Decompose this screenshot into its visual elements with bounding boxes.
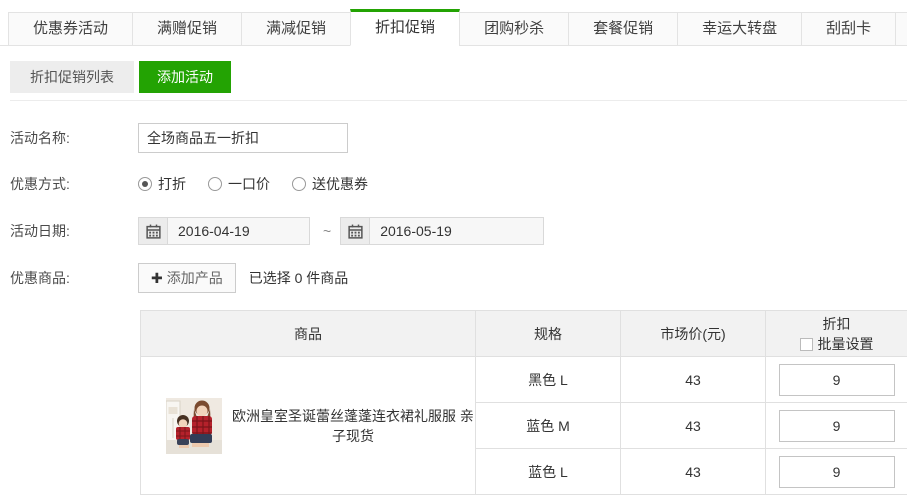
batch-set-checkbox[interactable] — [800, 338, 813, 351]
radio-option-label: 一口价 — [228, 174, 270, 194]
radio-selected-icon[interactable] — [138, 177, 152, 191]
activity-name-row: 活动名称: — [10, 123, 907, 153]
spec-cell: 黑色 L — [476, 357, 621, 403]
tab-pintuan-seckill[interactable]: 拼团秒杀 — [895, 12, 907, 46]
radio-option-give-coupon[interactable]: 送优惠券 — [292, 174, 368, 194]
product-cell: 欧洲皇室圣诞蕾丝蓬蓬连衣裙礼服服 亲子现货 — [141, 357, 476, 495]
spec-cell: 蓝色 M — [476, 403, 621, 449]
calendar-icon[interactable] — [139, 218, 168, 244]
discount-method-label: 优惠方式: — [10, 174, 138, 194]
add-activity-button[interactable]: 添加活动 — [139, 61, 231, 93]
add-product-button[interactable]: ✚ 添加产品 — [138, 263, 236, 293]
calendar-icon[interactable] — [341, 218, 370, 244]
tab-discount-promo[interactable]: 折扣促销 — [350, 9, 460, 46]
activity-date-row: 活动日期: 2016-04-19 ~ 2016-0 — [10, 217, 907, 245]
radio-option-fixed-price[interactable]: 一口价 — [208, 174, 270, 194]
price-cell: 43 — [621, 357, 766, 403]
header-spec: 规格 — [476, 311, 621, 357]
header-price: 市场价(元) — [621, 311, 766, 357]
end-date-picker[interactable]: 2016-05-19 — [340, 217, 544, 245]
start-date-value[interactable]: 2016-04-19 — [168, 218, 250, 244]
discount-cell — [766, 449, 907, 495]
discount-input[interactable] — [779, 364, 895, 396]
radio-unselected-icon[interactable] — [208, 177, 222, 191]
price-cell: 43 — [621, 403, 766, 449]
discount-cell — [766, 357, 907, 403]
radio-option-dazhe[interactable]: 打折 — [138, 174, 186, 194]
start-date-picker[interactable]: 2016-04-19 — [138, 217, 310, 245]
price-cell: 43 — [621, 449, 766, 495]
tab-scratch-card[interactable]: 刮刮卡 — [801, 12, 896, 46]
product-image — [166, 398, 222, 454]
tab-full-gift-promo[interactable]: 满赠促销 — [132, 12, 242, 46]
header-product: 商品 — [141, 311, 476, 357]
header-discount: 折扣 批量设置 — [766, 311, 907, 357]
radio-option-label: 送优惠券 — [312, 174, 368, 194]
table-row: 欧洲皇室圣诞蕾丝蓬蓬连衣裙礼服服 亲子现货 黑色 L 43 — [141, 357, 907, 403]
product-title: 欧洲皇室圣诞蕾丝蓬蓬连衣裙礼服服 亲子现货 — [232, 406, 474, 446]
discount-input[interactable] — [779, 410, 895, 442]
date-range-separator: ~ — [323, 223, 331, 239]
discount-method-row: 优惠方式: 打折 一口价 送优惠券 — [10, 169, 907, 199]
products-table: 商品 规格 市场价(元) 折扣 批量设置 — [140, 310, 907, 495]
selected-count-text: 已选择 0 件商品 — [249, 268, 349, 288]
tab-group-seckill[interactable]: 团购秒杀 — [459, 12, 569, 46]
discount-list-button[interactable]: 折扣促销列表 — [10, 61, 134, 93]
batch-set-label: 批量设置 — [818, 336, 874, 352]
tab-lucky-wheel[interactable]: 幸运大转盘 — [677, 12, 802, 46]
radio-unselected-icon[interactable] — [292, 177, 306, 191]
tab-full-reduction-promo[interactable]: 满减促销 — [241, 12, 351, 46]
discount-cell — [766, 403, 907, 449]
activity-date-label: 活动日期: — [10, 221, 138, 241]
promo-products-label: 优惠商品: — [10, 268, 138, 288]
table-header-row: 商品 规格 市场价(元) 折扣 批量设置 — [141, 311, 907, 357]
activity-name-input[interactable] — [138, 123, 348, 153]
tab-package-promo[interactable]: 套餐促销 — [568, 12, 678, 46]
promo-products-row: 优惠商品: ✚ 添加产品 已选择 0 件商品 — [10, 263, 907, 293]
plus-icon: ✚ — [151, 264, 163, 292]
radio-option-label: 打折 — [158, 174, 186, 194]
header-discount-title: 折扣 — [767, 314, 906, 334]
add-product-label: 添加产品 — [167, 264, 223, 292]
discount-input[interactable] — [779, 456, 895, 488]
promo-tab-bar: 优惠券活动 满赠促销 满减促销 折扣促销 团购秒杀 套餐促销 幸运大转盘 刮刮卡… — [0, 9, 907, 46]
spec-cell: 蓝色 L — [476, 449, 621, 495]
end-date-value[interactable]: 2016-05-19 — [370, 218, 452, 244]
activity-name-label: 活动名称: — [10, 128, 138, 148]
tab-coupon-activity[interactable]: 优惠券活动 — [8, 12, 133, 46]
sub-tab-bar: 折扣促销列表 添加活动 — [10, 61, 907, 101]
